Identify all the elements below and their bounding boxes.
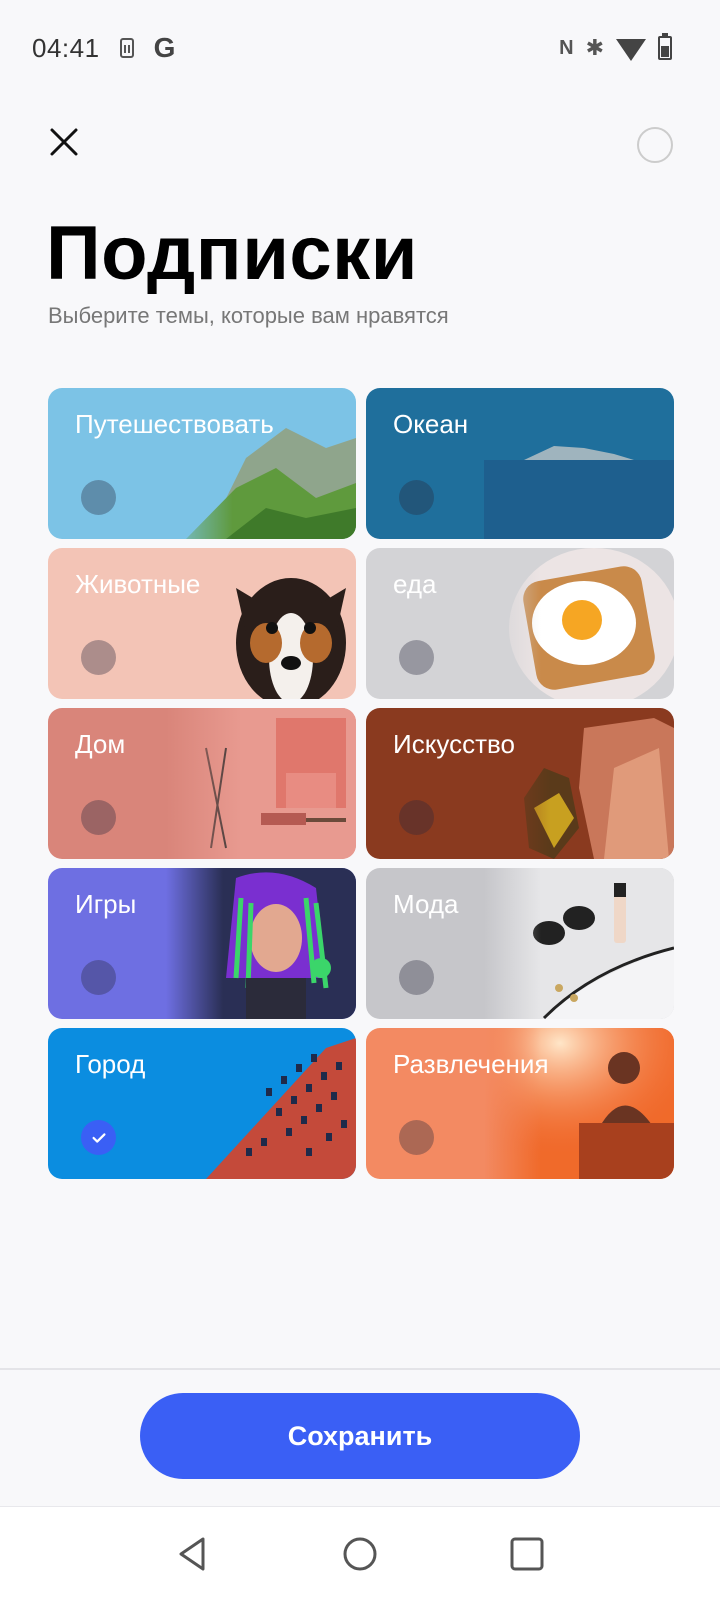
sim-card-icon: [119, 38, 134, 58]
google-icon: G: [153, 32, 176, 63]
topic-card[interactable]: Животные: [48, 548, 356, 699]
topic-card[interactable]: Путешествовать: [48, 388, 356, 539]
topic-label: Океан: [393, 409, 469, 439]
topic-checkbox[interactable]: [81, 480, 116, 515]
system-nav-bar: [0, 1506, 720, 1600]
status-right: N ✱: [559, 33, 672, 61]
topic-card[interactable]: Искусство: [366, 708, 674, 859]
topic-label: еда: [393, 569, 437, 599]
fried-egg-toast-image: [484, 548, 674, 699]
checkmark-icon: [91, 1132, 106, 1143]
close-button[interactable]: [44, 122, 84, 162]
page-title: Подписки: [46, 211, 418, 296]
close-icon: [50, 128, 78, 156]
header-circle-button[interactable]: [637, 127, 673, 163]
city-building-image: [166, 1028, 356, 1179]
topic-checkbox[interactable]: [399, 800, 434, 835]
topic-checkbox-checked[interactable]: [81, 1120, 116, 1155]
back-icon: [179, 1537, 205, 1570]
status-left: 04:41 G: [32, 32, 175, 64]
topic-label: Животные: [75, 569, 201, 599]
topic-card[interactable]: Город: [48, 1028, 356, 1179]
topic-label: Город: [75, 1049, 146, 1079]
wifi-icon: [616, 39, 646, 61]
topic-card[interactable]: Океан: [366, 388, 674, 539]
topic-label: Игры: [75, 889, 137, 919]
ocean-island-image: [484, 388, 674, 539]
topic-label: Мода: [393, 889, 459, 919]
topic-label: Дом: [75, 729, 126, 759]
topic-card[interactable]: Мода: [366, 868, 674, 1019]
topic-checkbox[interactable]: [399, 640, 434, 675]
home-icon: [343, 1537, 377, 1570]
topic-card[interactable]: еда: [366, 548, 674, 699]
topic-card[interactable]: Дом: [48, 708, 356, 859]
save-button[interactable]: Сохранить: [140, 1393, 580, 1479]
topic-card[interactable]: Игры: [48, 868, 356, 1019]
topic-label: Путешествовать: [75, 409, 274, 439]
topic-checkbox[interactable]: [399, 960, 434, 995]
status-bar: 04:41 G N ✱: [0, 0, 720, 96]
sunglasses-accessories-image: [484, 868, 674, 1019]
nav-back-button[interactable]: [163, 1524, 223, 1584]
game-character-image: [166, 868, 356, 1019]
topic-label: Искусство: [393, 729, 515, 759]
bluetooth-icon: ✱: [585, 35, 604, 60]
nav-home-button[interactable]: [330, 1524, 390, 1584]
status-time: 04:41: [32, 32, 100, 63]
recents-icon: [510, 1537, 544, 1570]
topics-grid: Путешествовать Океан Животные еда Дом Искусст…: [48, 388, 674, 1179]
topic-checkbox[interactable]: [399, 480, 434, 515]
topic-card[interactable]: Развлечения: [366, 1028, 674, 1179]
battery-icon: [658, 33, 672, 60]
topic-checkbox[interactable]: [81, 640, 116, 675]
topic-checkbox[interactable]: [81, 800, 116, 835]
page-subtitle: Выберите темы, которые вам нравятся: [48, 303, 449, 328]
interior-room-image: [166, 708, 356, 859]
nav-recents-button[interactable]: [497, 1524, 557, 1584]
nfc-icon: N: [559, 36, 574, 59]
topic-checkbox[interactable]: [81, 960, 116, 995]
topic-checkbox[interactable]: [399, 1120, 434, 1155]
topic-label: Развлечения: [393, 1049, 549, 1079]
